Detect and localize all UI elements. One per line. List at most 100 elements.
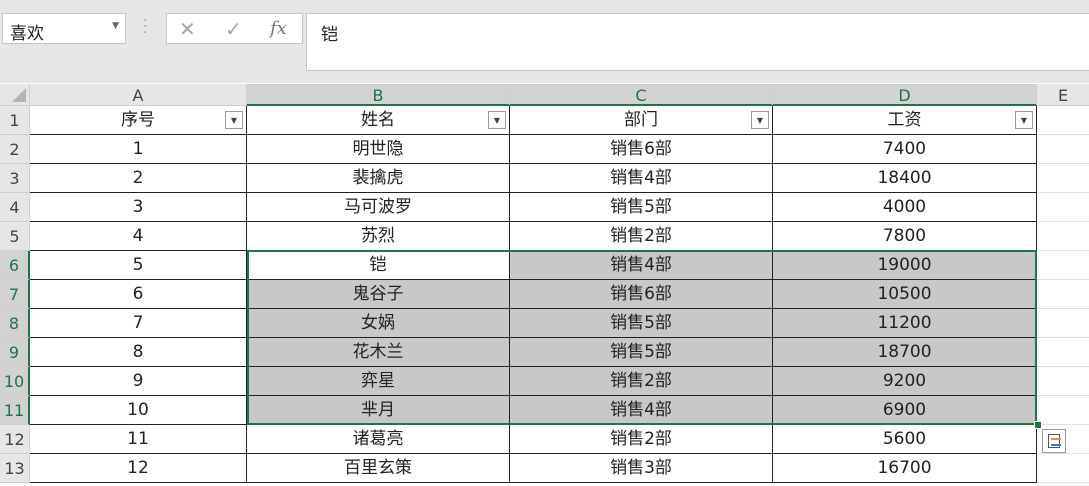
table-cell[interactable]: 16700 [773,454,1037,483]
table-cell[interactable]: 7800 [773,222,1037,251]
filter-dropdown-icon[interactable]: ▼ [1015,111,1033,129]
row-header-2[interactable]: 2 [0,135,30,164]
filter-dropdown-icon[interactable]: ▼ [751,111,769,129]
table-cell[interactable]: 苏烈 [247,222,510,251]
empty-cell[interactable] [1037,309,1089,338]
filter-dropdown-icon[interactable]: ▼ [225,111,243,129]
column-header-d[interactable]: D [773,84,1037,106]
empty-cell[interactable] [1037,164,1089,193]
header-label: 姓名 [361,110,395,130]
insert-function-button[interactable]: fx [270,18,287,39]
table-cell[interactable]: 7 [30,309,247,338]
row-header-12[interactable]: 12 [0,425,30,454]
table-cell[interactable]: 百里玄策 [247,454,510,483]
table-cell[interactable]: 销售6部 [510,280,773,309]
header-cell[interactable]: 工资 ▼ [773,106,1037,135]
table-cell[interactable]: 销售3部 [510,454,773,483]
column-header-c[interactable]: C [510,84,773,106]
table-cell[interactable]: 6 [30,280,247,309]
spreadsheet-grid: A B C D E 1 2 3 4 5 6 7 8 9 10 11 12 13 序号 ▼ 姓名 ▼ 部门 ▼ 工资 ▼ 1 明世隐 销售… [0,84,1089,486]
header-cell[interactable]: 姓名 ▼ [247,106,510,135]
table-cell[interactable]: 5600 [773,425,1037,454]
row-header-10[interactable]: 10 [0,367,30,396]
table-cell[interactable]: 9200 [773,367,1037,396]
table-cell[interactable]: 明世隐 [247,135,510,164]
table-cell[interactable]: 11 [30,425,247,454]
empty-cell[interactable] [1037,280,1089,309]
table-cell[interactable]: 18400 [773,164,1037,193]
empty-cell[interactable] [1037,193,1089,222]
table-cell[interactable]: 销售5部 [510,193,773,222]
table-cell[interactable]: 销售4部 [510,164,773,193]
empty-cell[interactable] [1037,222,1089,251]
table-cell[interactable]: 弈星 [247,367,510,396]
chevron-down-icon[interactable]: ▼ [112,21,119,31]
table-cell[interactable]: 10 [30,396,247,425]
cancel-icon[interactable]: ✕ [179,17,196,41]
table-cell[interactable]: 销售4部 [510,251,773,280]
table-cell[interactable]: 销售2部 [510,367,773,396]
table-cell[interactable]: 4 [30,222,247,251]
table-cell[interactable]: 销售2部 [510,222,773,251]
table-cell[interactable]: 19000 [773,251,1037,280]
fill-handle[interactable] [1034,421,1042,429]
empty-cell[interactable] [1037,135,1089,164]
table-cell[interactable]: 鬼谷子 [247,280,510,309]
row-header-9[interactable]: 9 [0,338,30,367]
row-header-6[interactable]: 6 [0,251,30,280]
table-cell[interactable]: 芈月 [247,396,510,425]
table-cell[interactable]: 7400 [773,135,1037,164]
empty-cell[interactable] [1037,454,1089,483]
empty-cell[interactable] [1037,106,1089,135]
table-cell[interactable]: 9 [30,367,247,396]
formula-input[interactable]: 铠 [306,13,1089,71]
active-cell[interactable]: 铠 [247,251,510,280]
filter-dropdown-icon[interactable]: ▼ [488,111,506,129]
table-cell[interactable]: 裴擒虎 [247,164,510,193]
row-header-7[interactable]: 7 [0,280,30,309]
header-cell[interactable]: 序号 ▼ [30,106,247,135]
column-header-b[interactable]: B [247,84,510,106]
formula-buttons: ✕ ✓ fx [166,13,303,44]
table-cell[interactable]: 10500 [773,280,1037,309]
row-header-4[interactable]: 4 [0,193,30,222]
empty-cell[interactable] [1037,396,1089,425]
table-cell[interactable]: 销售5部 [510,338,773,367]
table-cell[interactable]: 马可波罗 [247,193,510,222]
table-cell[interactable]: 4000 [773,193,1037,222]
empty-cell[interactable] [1037,338,1089,367]
table-cell[interactable]: 花木兰 [247,338,510,367]
table-cell[interactable]: 销售2部 [510,425,773,454]
table-cell[interactable]: 18700 [773,338,1037,367]
row-header-8[interactable]: 8 [0,309,30,338]
name-box-value: 喜欢 [10,24,44,44]
table-cell[interactable]: 8 [30,338,247,367]
table-cell[interactable]: 1 [30,135,247,164]
drag-handle-icon[interactable]: · · · [143,14,147,40]
table-cell[interactable]: 2 [30,164,247,193]
select-all-corner[interactable] [0,84,30,106]
column-header-a[interactable]: A [30,84,247,106]
table-cell[interactable]: 6900 [773,396,1037,425]
table-cell[interactable]: 诸葛亮 [247,425,510,454]
row-header-13[interactable]: 13 [0,454,30,483]
empty-cell[interactable] [1037,367,1089,396]
enter-icon[interactable]: ✓ [225,17,242,41]
row-header-11[interactable]: 11 [0,396,30,425]
table-cell[interactable]: 女娲 [247,309,510,338]
column-header-e[interactable]: E [1037,84,1089,106]
table-cell[interactable]: 5 [30,251,247,280]
table-cell[interactable]: 销售4部 [510,396,773,425]
table-cell[interactable]: 11200 [773,309,1037,338]
name-box[interactable]: 喜欢 ▼ [2,13,126,44]
header-cell[interactable]: 部门 ▼ [510,106,773,135]
empty-cell[interactable] [1037,251,1089,280]
row-header-3[interactable]: 3 [0,164,30,193]
table-cell[interactable]: 销售5部 [510,309,773,338]
row-header-1[interactable]: 1 [0,106,30,135]
row-header-5[interactable]: 5 [0,222,30,251]
table-cell[interactable]: 销售6部 [510,135,773,164]
quick-analysis-icon[interactable] [1042,429,1066,453]
table-cell[interactable]: 3 [30,193,247,222]
table-cell[interactable]: 12 [30,454,247,483]
